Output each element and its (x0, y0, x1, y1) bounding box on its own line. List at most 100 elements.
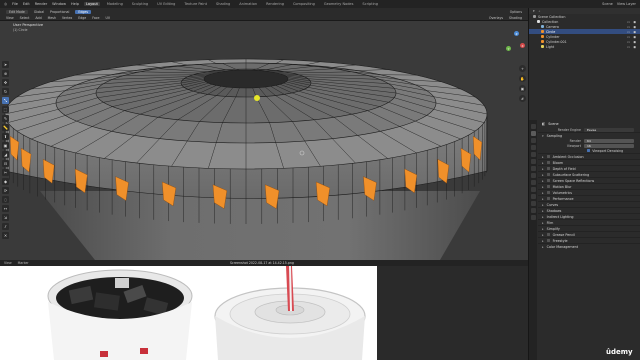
section-checkbox[interactable] (546, 233, 550, 236)
edgeslide-tool-icon[interactable]: ↔ (2, 205, 9, 212)
menu-file[interactable]: File (12, 2, 18, 6)
shading-dropdown[interactable]: Shading (509, 16, 522, 20)
scene-selector[interactable]: Scene (602, 2, 613, 6)
knife-tool-icon[interactable]: ✂ (2, 169, 9, 176)
tab-uv-editing[interactable]: UV Editing (155, 2, 177, 6)
inset-tool-icon[interactable]: ▣ (2, 142, 9, 149)
eye-icon[interactable]: ◉ (633, 35, 636, 39)
data-tab-icon[interactable] (530, 201, 536, 206)
menu-view-timeline[interactable]: View (4, 261, 12, 265)
bevel-tool-icon[interactable]: ◢ (2, 151, 9, 158)
outliner-item[interactable]: Light ▭ ◉ (529, 44, 640, 49)
section-checkbox[interactable] (546, 185, 550, 188)
render-visibility-icon[interactable]: ▭ (627, 40, 630, 44)
3d-viewport[interactable]: User Perspective (1) Circle ➤ ⊕ ✥ ↻ ⤡ ⬚ ✎ 📏 ⬆ ▣ ◢ ⊟… (0, 21, 528, 260)
smooth-tool-icon[interactable]: ◌ (2, 196, 9, 203)
rip-tool-icon[interactable]: ✕ (2, 232, 9, 239)
proportional-editing[interactable]: Proportional (50, 10, 69, 14)
menu-window[interactable]: Window (52, 2, 66, 6)
tab-rendering[interactable]: Rendering (264, 2, 286, 6)
loopcut-tool-icon[interactable]: ⊟ (2, 160, 9, 167)
modifier-tab-icon[interactable] (530, 173, 536, 178)
annotate-tool-icon[interactable]: ✎ (2, 115, 9, 122)
spin-tool-icon[interactable]: ⟳ (2, 187, 9, 194)
section-checkbox[interactable] (546, 179, 550, 182)
menu-face[interactable]: Face (92, 16, 99, 20)
tab-scripting[interactable]: Scripting (360, 2, 380, 6)
menu-help[interactable]: Help (71, 2, 79, 6)
move-tool-icon[interactable]: ✥ (2, 79, 9, 86)
axis-x-icon[interactable]: X (520, 43, 525, 48)
view-layer-tab-icon[interactable] (530, 145, 536, 150)
overlays-dropdown[interactable]: Overlays (489, 16, 503, 20)
axis-y-icon[interactable]: Y (506, 46, 511, 51)
transform-tool-icon[interactable]: ⬚ (2, 106, 9, 113)
transform-orientation[interactable]: Global (34, 10, 44, 14)
shrink-tool-icon[interactable]: ⇲ (2, 214, 9, 221)
section-checkbox[interactable] (546, 191, 550, 194)
render-visibility-icon[interactable]: ▭ (627, 30, 630, 34)
menu-render[interactable]: Render (35, 2, 47, 6)
tab-shading[interactable]: Shading (214, 2, 232, 6)
properties-section[interactable]: ▸ Color Management (538, 243, 640, 249)
render-visibility-icon[interactable]: ▭ (627, 45, 630, 49)
section-checkbox[interactable] (546, 167, 550, 170)
menu-edge[interactable]: Edge (78, 16, 86, 20)
section-checkbox[interactable] (546, 173, 550, 176)
outliner-filter-icon[interactable]: ▾ (533, 9, 535, 13)
eye-icon[interactable]: ◉ (633, 45, 636, 49)
section-checkbox[interactable] (546, 239, 550, 242)
rotate-tool-icon[interactable]: ↻ (2, 88, 9, 95)
constraints-tab-icon[interactable] (530, 194, 536, 199)
menu-view[interactable]: View (6, 16, 14, 20)
eye-icon[interactable]: ◉ (633, 25, 636, 29)
tool-tab-icon[interactable] (530, 124, 536, 129)
view-layer-selector[interactable]: View Layer (617, 2, 636, 6)
grid-ortho-icon[interactable]: # (519, 95, 526, 102)
section-checkbox[interactable] (546, 161, 550, 164)
select-tool-icon[interactable]: ➤ (2, 61, 9, 68)
section-checkbox[interactable] (546, 155, 550, 158)
section-checkbox[interactable] (546, 197, 550, 200)
render-tab-icon[interactable] (530, 131, 536, 136)
render-visibility-icon[interactable]: ▭ (627, 20, 630, 24)
camera-view-icon[interactable]: ▣ (519, 85, 526, 92)
menu-add[interactable]: Add (35, 16, 41, 20)
menu-mesh[interactable]: Mesh (48, 16, 56, 20)
render-visibility-icon[interactable]: ▭ (627, 35, 630, 39)
shear-tool-icon[interactable]: ⫽ (2, 223, 9, 230)
material-tab-icon[interactable] (530, 208, 536, 213)
navigation-gizmo[interactable]: Z X Y (505, 31, 525, 61)
tab-texture-paint[interactable]: Texture Paint (182, 2, 209, 6)
tab-geometry-nodes[interactable]: Geometry Nodes (322, 2, 356, 6)
render-samples-field[interactable]: 64 (584, 138, 634, 143)
menu-uv[interactable]: UV (106, 16, 111, 20)
physics-tab-icon[interactable] (530, 187, 536, 192)
pan-hand-icon[interactable]: ✋ (519, 75, 526, 82)
eye-icon[interactable]: ◉ (633, 20, 636, 24)
viewport-samples-field[interactable]: 16 (584, 143, 634, 148)
scene-tab-icon[interactable] (530, 152, 536, 157)
output-tab-icon[interactable] (530, 138, 536, 143)
menu-select[interactable]: Select (20, 16, 30, 20)
render-engine-dropdown[interactable]: Eevee (584, 127, 634, 132)
polybuild-tool-icon[interactable]: ◆ (2, 178, 9, 185)
tab-compositing[interactable]: Compositing (291, 2, 317, 6)
render-visibility-icon[interactable]: ▭ (627, 25, 630, 29)
menu-vertex[interactable]: Vertex (62, 16, 72, 20)
blender-logo-icon[interactable]: ◎ (4, 2, 7, 6)
select-mode-edges[interactable]: Edges (75, 9, 92, 14)
options-dropdown[interactable]: Options (510, 10, 522, 14)
cup-lid-mesh[interactable] (0, 21, 528, 260)
particles-tab-icon[interactable] (530, 180, 536, 185)
world-tab-icon[interactable] (530, 159, 536, 164)
viewport-denoising-checkbox[interactable] (587, 148, 591, 153)
object-tab-icon[interactable] (530, 166, 536, 171)
measure-tool-icon[interactable]: 📏 (2, 124, 9, 131)
tab-modeling[interactable]: Modeling (105, 2, 125, 6)
menu-edit[interactable]: Edit (23, 2, 30, 6)
eye-icon[interactable]: ◉ (633, 40, 636, 44)
eye-icon[interactable]: ◉ (633, 30, 636, 34)
mode-dropdown[interactable]: Edit Mode (6, 9, 28, 14)
texture-tab-icon[interactable] (530, 215, 536, 220)
